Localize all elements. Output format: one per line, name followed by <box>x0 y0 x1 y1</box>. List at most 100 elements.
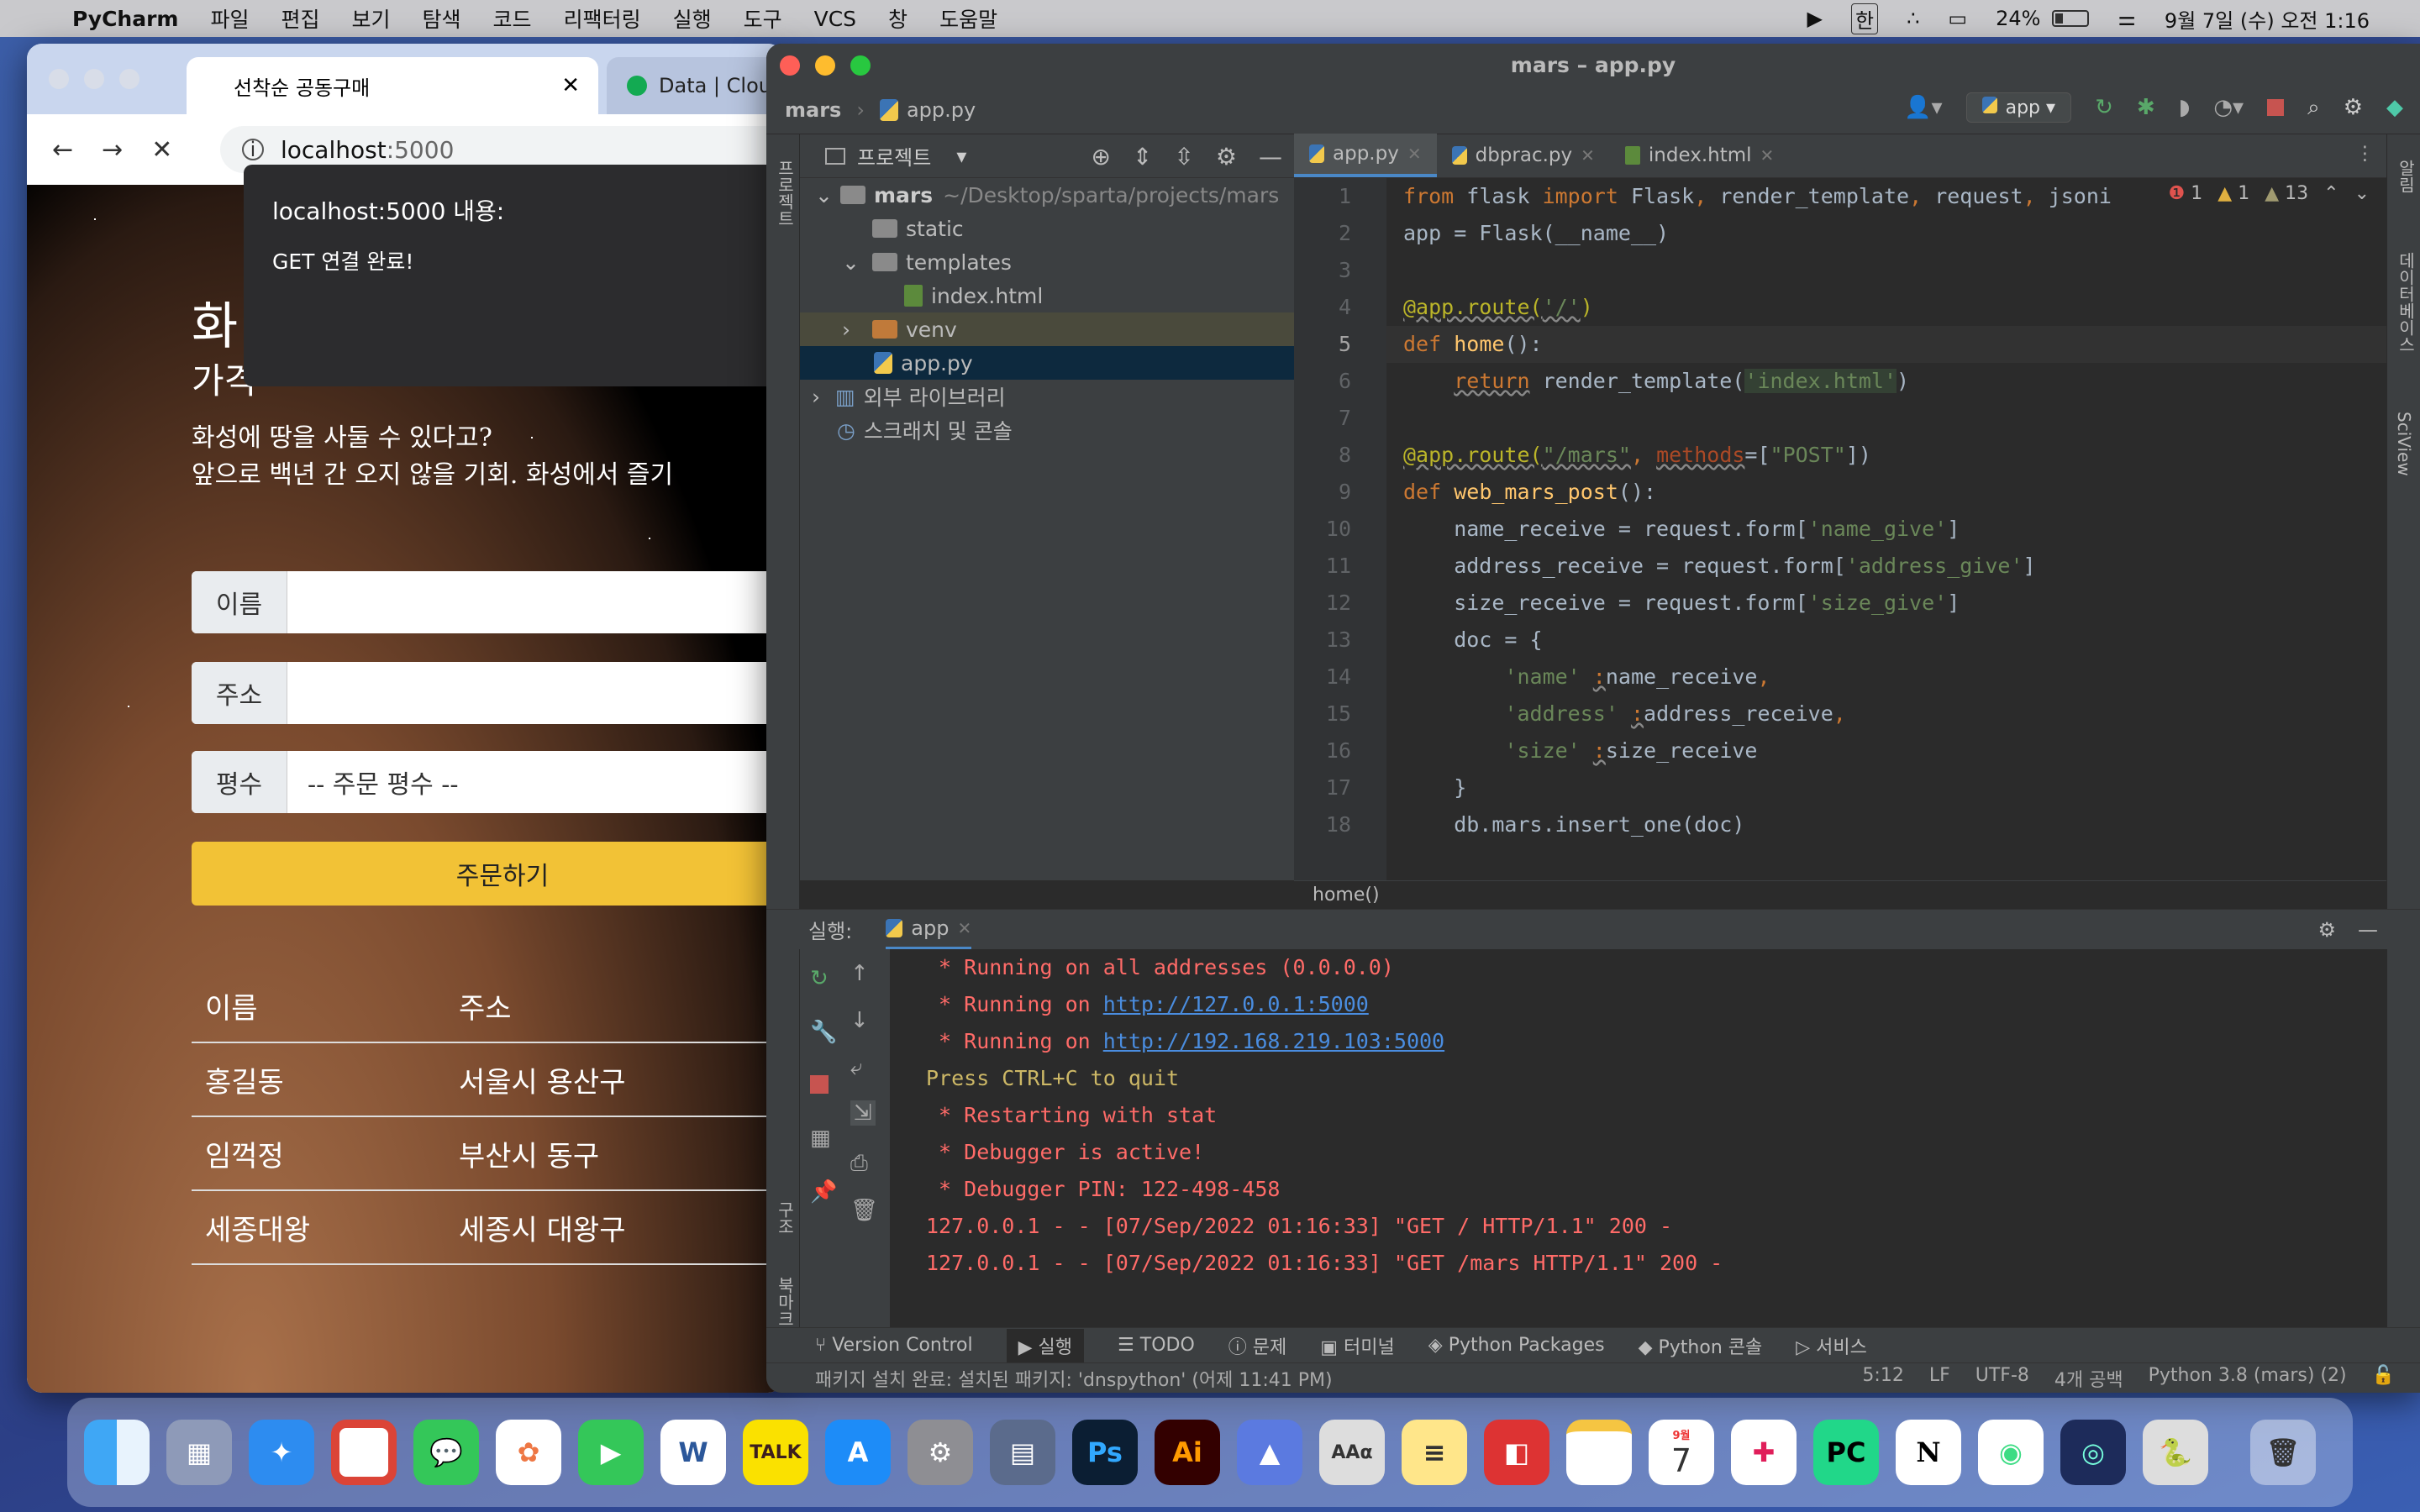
inspections-widget[interactable]: ❶ 1 ▲ 1 ▲ 13 ⌃ ⌄ <box>2169 183 2370 204</box>
sciview-tool-button[interactable]: SciView <box>2394 412 2414 476</box>
menu-view[interactable]: 보기 <box>352 3 391 34</box>
dots-icon[interactable]: ∴ <box>1907 7 1919 30</box>
illustrator-icon[interactable]: Ai <box>1155 1420 1220 1485</box>
tool-python-console[interactable]: ◆ Python 콘솔 <box>1639 1332 1763 1359</box>
minimize-window-button[interactable] <box>84 69 104 89</box>
kakaotalk-icon[interactable]: TALK <box>743 1420 808 1485</box>
tab-dbprac-py[interactable]: dbprac.py ✕ <box>1437 134 1610 177</box>
tree-node-templates[interactable]: ⌄ templates <box>800 245 1294 279</box>
tab-app-py[interactable]: app.py ✕ <box>1294 134 1437 177</box>
debug-icon[interactable]: ✱ <box>2137 95 2155 120</box>
menu-run[interactable]: 실행 <box>673 3 712 34</box>
run-config-select[interactable]: app ▾ <box>1965 92 2072 123</box>
tool-problems[interactable]: ⓘ 문제 <box>1228 1332 1286 1359</box>
chevron-down-icon[interactable]: ⌄ <box>815 183 840 207</box>
tab-index-html[interactable]: index.html ✕ <box>1610 134 1789 177</box>
control-center-icon[interactable]: ⚌ <box>2118 7 2136 30</box>
close-tab-icon[interactable]: ✕ <box>1407 144 1422 164</box>
safari-icon[interactable]: ✦ <box>249 1420 314 1485</box>
webex-icon[interactable]: ◎ <box>2060 1420 2126 1485</box>
trash-icon[interactable]: 🗑 <box>2250 1420 2316 1485</box>
tree-node-mars[interactable]: ⌄ mars ~/Desktop/sparta/projects/mars <box>800 178 1294 212</box>
calendar-icon[interactable]: 9월 7 <box>1649 1420 1714 1485</box>
back-icon[interactable]: ← <box>52 135 73 165</box>
pin-icon[interactable]: 📌 <box>810 1179 837 1205</box>
menu-code[interactable]: 코드 <box>493 3 532 34</box>
tree-node-app-py[interactable]: app.py <box>800 346 1294 380</box>
file-encoding[interactable]: UTF-8 <box>1975 1365 2029 1392</box>
project-tool-button[interactable]: 프로젝트 <box>773 160 797 227</box>
tool-version-control[interactable]: ⑂ Version Control <box>815 1335 973 1356</box>
display-icon[interactable]: ▭ <box>1948 7 1967 30</box>
profile-icon[interactable]: ◔▾ <box>2213 95 2244 120</box>
jetbrains-icon[interactable]: ◆ <box>2386 95 2403 120</box>
tree-node-static[interactable]: static <box>800 212 1294 245</box>
minimize-window-button[interactable] <box>815 55 835 76</box>
warning-count[interactable]: ▲ 1 <box>2217 183 2249 204</box>
rerun-icon[interactable]: ↻ <box>810 966 829 991</box>
cursor-position[interactable]: 5:12 <box>1862 1365 1903 1392</box>
database-tool-button[interactable]: 데이터베이스 <box>2394 252 2418 353</box>
search-icon[interactable]: ⌕ <box>2307 95 2320 121</box>
preview-icon[interactable]: ▤ <box>990 1420 1055 1485</box>
indent-setting[interactable]: 4개 공백 <box>2054 1365 2123 1392</box>
stop-icon[interactable] <box>2267 99 2285 116</box>
run-tab-app[interactable]: app ✕ <box>886 910 972 950</box>
tree-node-venv[interactable]: › venv <box>800 312 1294 346</box>
stop-loading-icon[interactable]: ✕ <box>151 135 172 165</box>
settings-icon[interactable]: ⚙ <box>2317 918 2336 942</box>
font-book-icon[interactable]: AAα <box>1319 1420 1385 1485</box>
launchpad-icon[interactable]: ▦ <box>166 1420 232 1485</box>
close-window-button[interactable] <box>49 69 69 89</box>
close-tab-icon[interactable]: ✕ <box>957 918 971 938</box>
locate-icon[interactable]: ⊕ <box>1091 143 1110 171</box>
tree-node-scratches[interactable]: ◷ 스크래치 및 콘솔 <box>800 413 1294 447</box>
messages-icon[interactable]: 💬 <box>413 1420 479 1485</box>
stop-icon[interactable] <box>810 1075 829 1094</box>
menu-refactor[interactable]: 리팩터링 <box>564 3 641 34</box>
more-icon[interactable]: ⋮ <box>2355 143 2375 165</box>
zoom-window-button[interactable] <box>119 69 139 89</box>
collapse-all-icon[interactable]: ⇳ <box>1174 143 1193 171</box>
run-console[interactable]: * Running on all addresses (0.0.0.0) * R… <box>891 949 2386 1369</box>
image-capture-icon[interactable]: ▲ <box>1237 1420 1302 1485</box>
tool-terminal[interactable]: ▣ 터미널 <box>1320 1332 1395 1359</box>
browser-tab-2[interactable]: Data | Cloud <box>607 57 783 114</box>
trash-icon[interactable]: 🗑 <box>850 1198 878 1223</box>
order-button[interactable]: 주문하기 <box>192 842 783 906</box>
menu-vcs[interactable]: VCS <box>814 7 856 31</box>
chevron-right-icon[interactable]: › <box>812 385 835 409</box>
stickies-icon[interactable]: ≡ <box>1402 1420 1467 1485</box>
python-launcher-icon[interactable]: 🐍 <box>2143 1420 2208 1485</box>
breadcrumb-file[interactable]: app.py <box>907 98 976 122</box>
error-count[interactable]: ❶ 1 <box>2169 183 2203 204</box>
arrow-up-icon[interactable]: ↑ <box>850 961 869 986</box>
expand-all-icon[interactable]: ⇕ <box>1133 143 1152 171</box>
hide-icon[interactable]: — <box>1259 143 1282 171</box>
name-field[interactable]: 이름 <box>192 571 783 633</box>
system-preferences-icon[interactable]: ⚙ <box>908 1420 973 1485</box>
soft-wrap-icon[interactable]: ⤶ <box>850 1055 863 1081</box>
tool-services[interactable]: ▷ 서비스 <box>1796 1332 1867 1359</box>
close-tab-icon[interactable]: ✕ <box>1581 145 1595 165</box>
print-icon[interactable]: ⎙ <box>850 1151 868 1177</box>
chrome-icon[interactable] <box>331 1420 397 1485</box>
facetime-icon[interactable]: ▶ <box>578 1420 644 1485</box>
bookmarks-tool-button[interactable]: 북마크 <box>773 1277 797 1327</box>
close-tab-icon[interactable]: ✕ <box>1760 145 1775 165</box>
photoshop-icon[interactable]: Ps <box>1072 1420 1138 1485</box>
code-editor[interactable]: 1 2 3 4 5 6 7 8 9 10 11 12 13 14 15 16 1… <box>1294 178 2386 880</box>
photos-icon[interactable]: ✿ <box>496 1420 561 1485</box>
android-studio-icon[interactable]: ◉ <box>1978 1420 2044 1485</box>
menu-file[interactable]: 파일 <box>210 3 249 34</box>
project-view-select[interactable]: 프로젝트 <box>857 141 931 171</box>
input-method[interactable]: 한 <box>1851 3 1879 34</box>
battery-icon[interactable] <box>2052 10 2090 27</box>
notifications-tool-button[interactable]: 알림 <box>2394 160 2418 193</box>
tool-run[interactable]: ▶ 실행 <box>1006 1328 1085 1362</box>
chevron-down-icon[interactable]: ▾ <box>956 144 966 168</box>
user-icon[interactable]: 👤▾ <box>1904 95 1942 120</box>
notes-icon[interactable] <box>1566 1420 1632 1485</box>
hide-icon[interactable]: — <box>2358 918 2378 942</box>
line-separator[interactable]: LF <box>1929 1365 1950 1392</box>
